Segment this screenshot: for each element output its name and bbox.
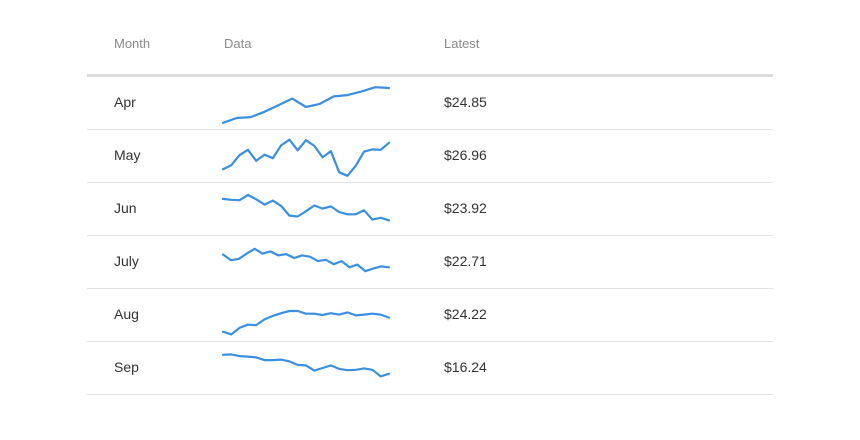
month-label: Apr: [114, 94, 136, 110]
month-label: July: [114, 253, 139, 269]
latest-value: $16.24: [444, 359, 487, 375]
sparkline-table: Month Data Latest Apr $24.85 May $26.96 …: [87, 20, 773, 395]
table-row: Sep $16.24: [87, 342, 773, 395]
table-header: Month Data Latest: [87, 20, 773, 77]
sparkline-path: [221, 86, 391, 124]
header-latest: Latest: [444, 36, 480, 51]
sparkline-path: [221, 353, 391, 378]
table-row: Apr $24.85: [87, 77, 773, 130]
sparkline: [221, 86, 391, 124]
latest-value: $26.96: [444, 147, 487, 163]
table-row: Aug $24.22: [87, 289, 773, 342]
sparkline-path: [221, 309, 391, 336]
month-label: Jun: [114, 200, 137, 216]
latest-value: $24.22: [444, 306, 487, 322]
sparkline: [221, 138, 391, 177]
sparkline: [221, 193, 391, 222]
header-month: Month: [114, 36, 151, 51]
table-row: July $22.71: [87, 236, 773, 289]
sparkline-path: [221, 247, 391, 273]
table-row: Jun $23.92: [87, 183, 773, 236]
latest-value: $23.92: [444, 200, 487, 216]
header-data: Data: [224, 36, 252, 51]
sparkline: [221, 353, 391, 378]
month-label: Aug: [114, 306, 139, 322]
month-label: May: [114, 147, 141, 163]
latest-value: $24.85: [444, 94, 487, 110]
sparkline: [221, 309, 391, 336]
sparkline-path: [221, 138, 391, 177]
table-row: May $26.96: [87, 130, 773, 183]
month-label: Sep: [114, 359, 139, 375]
sparkline: [221, 247, 391, 273]
latest-value: $22.71: [444, 253, 487, 269]
sparkline-path: [221, 193, 391, 222]
